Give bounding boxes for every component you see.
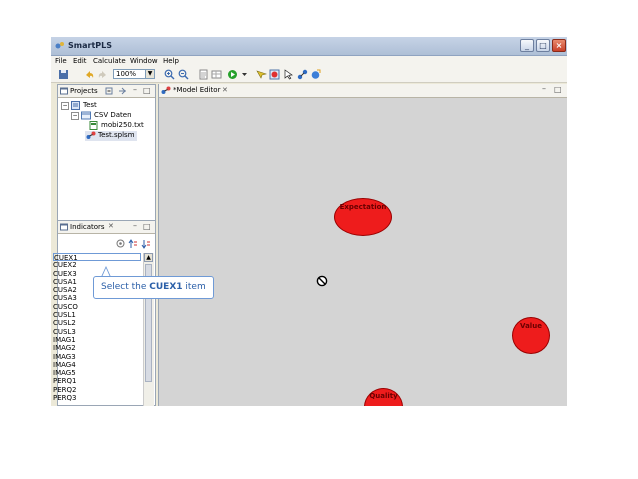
project-name: Test: [83, 101, 97, 109]
zoom-out-icon[interactable]: [178, 69, 189, 80]
model-file-name: Test.splsm: [98, 131, 135, 139]
construct-value[interactable]: Value: [512, 317, 550, 354]
minimize-view-icon[interactable]: –: [133, 85, 137, 94]
maximize-button[interactable]: □: [536, 39, 550, 52]
redo-icon[interactable]: [97, 69, 108, 80]
callout-prefix: Select the: [101, 282, 150, 292]
title-bar: SmartPLS _ □ ×: [51, 37, 567, 56]
model-editor-tab-label[interactable]: *Model Editor: [173, 86, 220, 94]
smartpls-app-icon: [55, 42, 64, 49]
indicator-item[interactable]: CUSCO: [53, 303, 139, 311]
menu-bar: File Edit Calculate Window Help: [51, 56, 567, 67]
model-editor-tab-header: *Model Editor ✕ – □: [159, 84, 567, 98]
callout-item: CUEX1: [149, 282, 183, 292]
construct-quality[interactable]: Quality: [364, 388, 403, 406]
connect-tool-icon[interactable]: [297, 69, 308, 80]
projects-tab-header: Projects – □: [58, 85, 155, 98]
maximize-view-icon[interactable]: □: [143, 222, 151, 231]
construct-label: Quality: [369, 392, 398, 400]
maximize-view-icon[interactable]: □: [143, 86, 151, 95]
save-icon[interactable]: [58, 69, 69, 80]
construct-label: Value: [520, 322, 542, 330]
indicator-item[interactable]: PERQ3: [53, 394, 139, 402]
indicator-item[interactable]: CUSL1: [53, 311, 139, 319]
indicators-tab-header: Indicators ✕ – □: [58, 221, 155, 234]
model-file-icon: [161, 86, 171, 94]
callout-suffix: item: [182, 282, 206, 292]
collapse-toggle-icon[interactable]: −: [71, 112, 79, 120]
menu-window[interactable]: Window: [130, 57, 158, 65]
construct-label: Expectation: [339, 203, 387, 211]
select-tool-icon[interactable]: [256, 69, 267, 80]
report-icon[interactable]: [198, 69, 209, 80]
menu-edit[interactable]: Edit: [73, 57, 87, 65]
chevron-down-icon[interactable]: ▼: [145, 69, 155, 79]
close-button[interactable]: ×: [552, 39, 566, 52]
minimize-view-icon[interactable]: –: [542, 84, 546, 93]
collapse-all-icon[interactable]: [105, 87, 114, 95]
indicator-item[interactable]: CUEX2: [53, 261, 139, 269]
indicator-item[interactable]: CUSL2: [53, 319, 139, 327]
projects-tab-label[interactable]: Projects: [70, 87, 98, 95]
tutorial-callout: Select the CUEX1 item: [93, 276, 214, 299]
run-calculation-icon[interactable]: [227, 69, 238, 80]
zoom-value: 100%: [116, 70, 137, 78]
tree-item-data-file[interactable]: mobi250.txt: [85, 121, 151, 131]
model-editor[interactable]: *Model Editor ✕ – □ Expectation Value Qu…: [158, 84, 567, 406]
data-file-icon: [89, 121, 98, 130]
zoom-in-icon[interactable]: [164, 69, 175, 80]
construct-tool-icon[interactable]: [269, 69, 280, 80]
not-allowed-cursor-icon: [316, 275, 328, 287]
filter-icon[interactable]: [116, 239, 125, 248]
indicator-item[interactable]: IMAG2: [53, 344, 139, 352]
project-icon: [71, 101, 80, 110]
tree-item-project[interactable]: − Test: [61, 101, 151, 111]
model-file-icon: [86, 131, 96, 139]
data-file-name: mobi250.txt: [101, 121, 144, 129]
indicator-item[interactable]: IMAG3: [53, 353, 139, 361]
menu-calculate[interactable]: Calculate: [93, 57, 126, 65]
close-tab-icon[interactable]: ✕: [222, 86, 228, 94]
run-dropdown-icon[interactable]: [239, 69, 250, 80]
indicator-item[interactable]: CUEX1: [53, 253, 141, 262]
folder-icon: [81, 111, 91, 120]
minimize-button[interactable]: _: [520, 39, 534, 52]
close-tab-icon[interactable]: ✕: [108, 222, 114, 230]
indicators-tab-label[interactable]: Indicators: [70, 223, 105, 231]
sort-ascending-icon[interactable]: [128, 239, 138, 249]
latent-variable-icon[interactable]: [310, 69, 321, 80]
indicator-item[interactable]: IMAG1: [53, 336, 139, 344]
folder-name: CSV Daten: [94, 111, 132, 119]
indicator-item[interactable]: IMAG4: [53, 361, 139, 369]
table-icon[interactable]: [211, 69, 222, 80]
tree-item-model-file[interactable]: Test.splsm: [85, 131, 137, 141]
scroll-up-icon[interactable]: ▲: [144, 253, 153, 262]
maximize-view-icon[interactable]: □: [554, 85, 562, 94]
construct-expectation[interactable]: Expectation: [334, 198, 392, 236]
collapse-toggle-icon[interactable]: −: [61, 102, 69, 110]
menu-help[interactable]: Help: [163, 57, 179, 65]
indicators-view-icon: [60, 223, 68, 231]
minimize-view-icon[interactable]: –: [133, 221, 137, 230]
smartpls-window: SmartPLS _ □ × File Edit Calculate Windo…: [51, 37, 567, 406]
projects-view-icon: [60, 87, 68, 95]
link-editor-icon[interactable]: [118, 87, 127, 95]
menu-file[interactable]: File: [55, 57, 67, 65]
sort-descending-icon[interactable]: [141, 239, 151, 249]
indicator-item[interactable]: PERQ1: [53, 377, 139, 385]
indicator-item[interactable]: PERQ2: [53, 386, 139, 394]
indicator-item[interactable]: IMAG5: [53, 369, 139, 377]
window-title: SmartPLS: [68, 41, 112, 50]
tree-item-folder[interactable]: − CSV Daten: [71, 111, 151, 121]
undo-icon[interactable]: [84, 69, 95, 80]
pointer-tool-icon[interactable]: [283, 69, 294, 80]
toolbar: 100% ▼: [51, 67, 567, 83]
indicator-item[interactable]: CUSL3: [53, 328, 139, 336]
